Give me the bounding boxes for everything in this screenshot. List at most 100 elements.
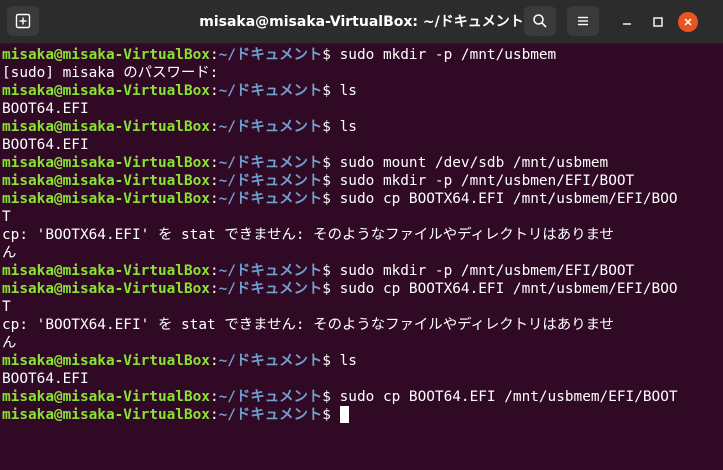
prompt-colon: : [209, 407, 219, 423]
output-line: cp: 'BOOTX64.EFI' を stat できません: そのようなファイ… [2, 226, 723, 244]
output-line: T [2, 298, 723, 316]
new-tab-icon [15, 13, 31, 29]
minimize-icon [623, 23, 631, 25]
output-line: BOOT64.EFI [2, 136, 723, 154]
output-line: [sudo] misaka のパスワード: [2, 64, 723, 82]
prompt-path: ~/ドキュメント [218, 353, 323, 369]
prompt-symbol: $ [322, 353, 340, 369]
prompt-path: ~/ドキュメント [218, 155, 323, 171]
minimize-button[interactable] [617, 12, 637, 32]
output-line: T [2, 208, 723, 226]
prompt-colon: : [209, 353, 219, 369]
prompt-line: misaka@misaka-VirtualBox:~/ドキュメント$ ls [2, 118, 723, 136]
prompt-user-host: misaka@misaka-VirtualBox [2, 173, 210, 189]
prompt-line: misaka@misaka-VirtualBox:~/ドキュメント$ [2, 406, 723, 424]
terminal-window: misaka@misaka-VirtualBox: ~/ドキュメント misak… [0, 0, 723, 470]
prompt-colon: : [209, 191, 219, 207]
prompt-user-host: misaka@misaka-VirtualBox [2, 155, 210, 171]
close-button[interactable] [678, 12, 698, 32]
prompt-symbol: $ [322, 407, 340, 423]
output-line: ん [2, 244, 723, 262]
output-text: [sudo] misaka のパスワード: [2, 65, 219, 81]
prompt-line: misaka@misaka-VirtualBox:~/ドキュメント$ sudo … [2, 262, 723, 280]
prompt-user-host: misaka@misaka-VirtualBox [2, 191, 210, 207]
command-text: ls [339, 353, 357, 369]
prompt-line: misaka@misaka-VirtualBox:~/ドキュメント$ ls [2, 352, 723, 370]
prompt-path: ~/ドキュメント [218, 407, 323, 423]
output-text: cp: 'BOOTX64.EFI' を stat できません: そのようなファイ… [2, 227, 614, 243]
command-text: sudo cp BOOTX64.EFI /mnt/usbmem/EFI/BOO [339, 191, 678, 207]
output-text: BOOT64.EFI [2, 137, 89, 153]
prompt-user-host: misaka@misaka-VirtualBox [2, 119, 210, 135]
prompt-line: misaka@misaka-VirtualBox:~/ドキュメント$ sudo … [2, 154, 723, 172]
prompt-colon: : [209, 155, 219, 171]
search-button[interactable] [524, 6, 556, 36]
prompt-colon: : [209, 119, 219, 135]
prompt-path: ~/ドキュメント [218, 83, 323, 99]
command-text: sudo cp BOOT64.EFI /mnt/usbmem/EFI/BOOT [339, 389, 678, 405]
text-cursor [339, 406, 349, 423]
prompt-user-host: misaka@misaka-VirtualBox [2, 47, 210, 63]
output-line: BOOT64.EFI [2, 100, 723, 118]
output-text: BOOT64.EFI [2, 371, 89, 387]
prompt-symbol: $ [322, 155, 340, 171]
output-text: BOOT64.EFI [2, 101, 89, 117]
output-text: T [2, 299, 11, 315]
prompt-user-host: misaka@misaka-VirtualBox [2, 83, 210, 99]
window-title: misaka@misaka-VirtualBox: ~/ドキュメント [199, 14, 524, 30]
prompt-colon: : [209, 83, 219, 99]
command-text: ls [339, 119, 357, 135]
prompt-colon: : [209, 389, 219, 405]
prompt-symbol: $ [322, 173, 340, 189]
output-line: ん [2, 334, 723, 352]
command-text: sudo mkdir -p /mnt/usbmem [339, 47, 557, 63]
prompt-colon: : [209, 47, 219, 63]
prompt-user-host: misaka@misaka-VirtualBox [2, 353, 210, 369]
prompt-symbol: $ [322, 263, 340, 279]
command-text: sudo mount /dev/sdb /mnt/usbmem [339, 155, 609, 171]
prompt-line: misaka@misaka-VirtualBox:~/ドキュメント$ sudo … [2, 46, 723, 64]
prompt-path: ~/ドキュメント [218, 263, 323, 279]
output-text: cp: 'BOOTX64.EFI' を stat できません: そのようなファイ… [2, 317, 614, 333]
prompt-user-host: misaka@misaka-VirtualBox [2, 407, 210, 423]
prompt-path: ~/ドキュメント [218, 281, 323, 297]
prompt-path: ~/ドキュメント [218, 47, 323, 63]
command-text: sudo mkdir -p /mnt/usbmem/EFI/BOOT [339, 263, 635, 279]
prompt-symbol: $ [322, 47, 340, 63]
terminal-output[interactable]: misaka@misaka-VirtualBox:~/ドキュメント$ sudo … [0, 44, 723, 470]
prompt-line: misaka@misaka-VirtualBox:~/ドキュメント$ ls [2, 82, 723, 100]
search-icon [533, 14, 547, 28]
prompt-colon: : [209, 173, 219, 189]
hamburger-menu-icon [578, 16, 588, 26]
prompt-line: misaka@misaka-VirtualBox:~/ドキュメント$ sudo … [2, 280, 723, 298]
command-text: sudo mkdir -p /mnt/usbmen/EFI/BOOT [339, 173, 635, 189]
command-text: sudo cp BOOTX64.EFI /mnt/usbmem/EFI/BOO [339, 281, 678, 297]
close-icon [684, 18, 692, 26]
prompt-symbol: $ [322, 191, 340, 207]
output-text: ん [2, 335, 17, 351]
prompt-user-host: misaka@misaka-VirtualBox [2, 263, 210, 279]
prompt-user-host: misaka@misaka-VirtualBox [2, 389, 210, 405]
maximize-button[interactable] [648, 12, 668, 32]
output-text: ん [2, 245, 17, 261]
title-bar[interactable]: misaka@misaka-VirtualBox: ~/ドキュメント [0, 0, 723, 44]
prompt-symbol: $ [322, 281, 340, 297]
output-text: T [2, 209, 11, 225]
prompt-line: misaka@misaka-VirtualBox:~/ドキュメント$ sudo … [2, 388, 723, 406]
menu-button[interactable] [567, 6, 599, 36]
maximize-icon [653, 17, 663, 27]
prompt-colon: : [209, 281, 219, 297]
prompt-user-host: misaka@misaka-VirtualBox [2, 281, 210, 297]
prompt-symbol: $ [322, 119, 340, 135]
output-line: BOOT64.EFI [2, 370, 723, 388]
output-line: cp: 'BOOTX64.EFI' を stat できません: そのようなファイ… [2, 316, 723, 334]
prompt-symbol: $ [322, 83, 340, 99]
new-tab-button[interactable] [7, 6, 39, 36]
prompt-line: misaka@misaka-VirtualBox:~/ドキュメント$ sudo … [2, 190, 723, 208]
command-text: ls [339, 83, 357, 99]
prompt-symbol: $ [322, 389, 340, 405]
prompt-colon: : [209, 263, 219, 279]
prompt-path: ~/ドキュメント [218, 173, 323, 189]
prompt-path: ~/ドキュメント [218, 389, 323, 405]
prompt-path: ~/ドキュメント [218, 119, 323, 135]
